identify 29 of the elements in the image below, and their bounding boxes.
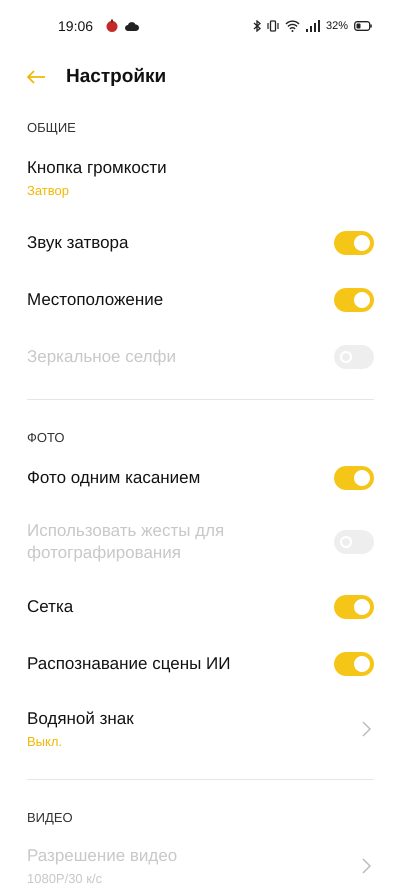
setting-label: Водяной знак xyxy=(27,708,135,730)
cloud-icon xyxy=(125,22,140,30)
toggle-switch[interactable] xyxy=(334,652,374,676)
setting-label: Фото одним касанием xyxy=(27,466,202,488)
wifi-icon xyxy=(284,20,300,32)
page-title: Настройки xyxy=(66,66,166,88)
signal-icon xyxy=(306,20,320,32)
setting-label: Распознавание сцены ИИ xyxy=(27,652,232,674)
battery-icon xyxy=(354,21,372,31)
setting-value: Затвор xyxy=(27,183,70,198)
status-time: 19:06 xyxy=(58,18,94,34)
setting-label: Сетка xyxy=(27,596,74,618)
chevron-right-icon[interactable] xyxy=(362,720,371,736)
toggle-switch[interactable] xyxy=(334,288,374,312)
setting-label: Местоположение xyxy=(27,288,164,310)
section-heading: ФОТО xyxy=(26,429,66,447)
bluetooth-icon xyxy=(252,20,261,32)
app-notification-icon xyxy=(105,19,120,33)
section-heading: ВИДЕО xyxy=(26,809,74,827)
toggle-switch[interactable] xyxy=(334,466,374,490)
toggle-switch[interactable] xyxy=(334,230,374,254)
setting-value: Выкл. xyxy=(27,734,64,749)
setting-label: Звук затвора xyxy=(27,232,130,254)
toggle-switch[interactable] xyxy=(334,594,374,618)
section-heading: ОБЩИЕ xyxy=(26,119,77,137)
battery-percent: 32% xyxy=(326,20,348,32)
setting-label: Кнопка громкости xyxy=(27,157,168,179)
vibrate-icon xyxy=(266,20,279,32)
back-arrow-icon[interactable] xyxy=(26,70,46,84)
